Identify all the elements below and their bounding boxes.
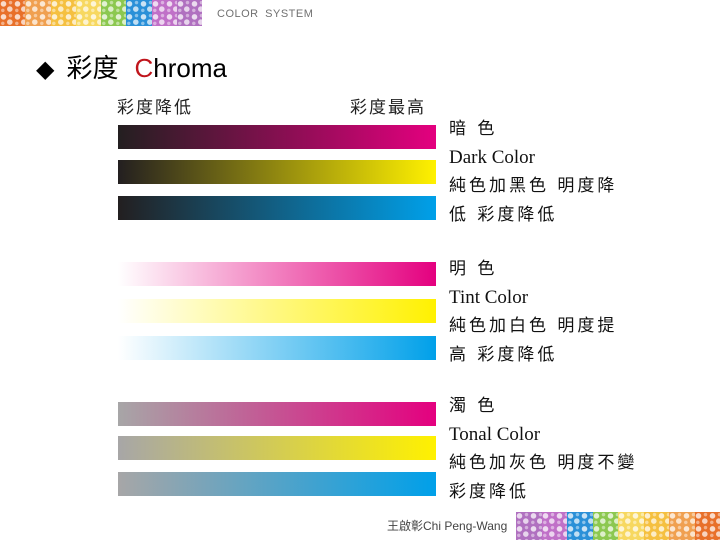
strip-segment [694, 512, 720, 540]
decorative-flower-strip-bottom [516, 512, 720, 540]
tint-color-title-en: Tint Color [449, 286, 529, 308]
strip-segment [50, 0, 77, 26]
decorative-flower-strip-top [0, 0, 202, 26]
strip-segment [126, 0, 152, 26]
strip-segment [176, 0, 202, 26]
tonal-color-description: 濁 色 Tonal Color 純色加灰色 明度不變 彩度降低 [449, 392, 637, 506]
title-chinese: 彩度 [66, 54, 119, 84]
strip-segment [0, 0, 26, 26]
dark-yellow-gradient-bar [118, 160, 436, 184]
slide-title: ◆ 彩度 Chroma [36, 48, 227, 85]
dark-color-title-zh: 暗 色 [449, 119, 498, 139]
strip-segment [516, 512, 542, 540]
tint-color-title-zh: 明 色 [449, 259, 498, 279]
strip-segment [75, 0, 102, 26]
strip-segment [618, 512, 644, 540]
dark-color-desc-line2: 低 彩度降低 [449, 204, 558, 225]
tonal-cyan-gradient-bar [118, 472, 436, 496]
strip-segment [592, 512, 618, 540]
tint-yellow-gradient-bar [118, 299, 436, 323]
strip-segment [151, 0, 178, 26]
tint-magenta-gradient-bar [118, 262, 436, 286]
author-credit: 王啟彰Chi Peng-Wang [387, 519, 508, 533]
tint-color-desc-line2: 高 彩度降低 [449, 344, 558, 365]
dark-color-title-en: Dark Color [449, 146, 536, 168]
dark-color-description: 暗 色 Dark Color 純色加黑色 明度降 低 彩度降低 [449, 115, 617, 229]
tint-color-desc-line1: 純色加白色 明度提 [449, 316, 618, 336]
tint-color-description: 明 色 Tint Color 純色加白色 明度提 高 彩度降低 [449, 255, 617, 369]
strip-segment [567, 512, 593, 540]
scale-label-low: 彩度降低 [117, 98, 193, 118]
dark-cyan-gradient-bar [118, 196, 436, 220]
black-diamond-bullet-icon: ◆ [36, 56, 55, 83]
tonal-color-desc-line2: 彩度降低 [449, 481, 529, 502]
strip-segment [669, 512, 695, 540]
title-english-rest: hroma [153, 53, 227, 83]
tonal-magenta-gradient-bar [118, 402, 436, 426]
tonal-yellow-gradient-bar [118, 436, 436, 460]
tonal-color-desc-line1: 純色加灰色 明度不變 [449, 453, 638, 473]
strip-segment [541, 512, 567, 540]
strip-segment [643, 512, 669, 540]
header-label: COLOR SYSTEM [217, 8, 314, 20]
title-english-initial: C [134, 53, 154, 83]
tint-cyan-gradient-bar [118, 336, 436, 360]
dark-magenta-gradient-bar [118, 125, 436, 149]
tonal-color-title-zh: 濁 色 [449, 396, 498, 416]
dark-color-desc-line1: 純色加黑色 明度降 [449, 176, 618, 196]
scale-label-high: 彩度最高 [350, 98, 426, 118]
tonal-color-title-en: Tonal Color [449, 423, 541, 445]
strip-segment [25, 0, 51, 26]
strip-segment [101, 0, 127, 26]
